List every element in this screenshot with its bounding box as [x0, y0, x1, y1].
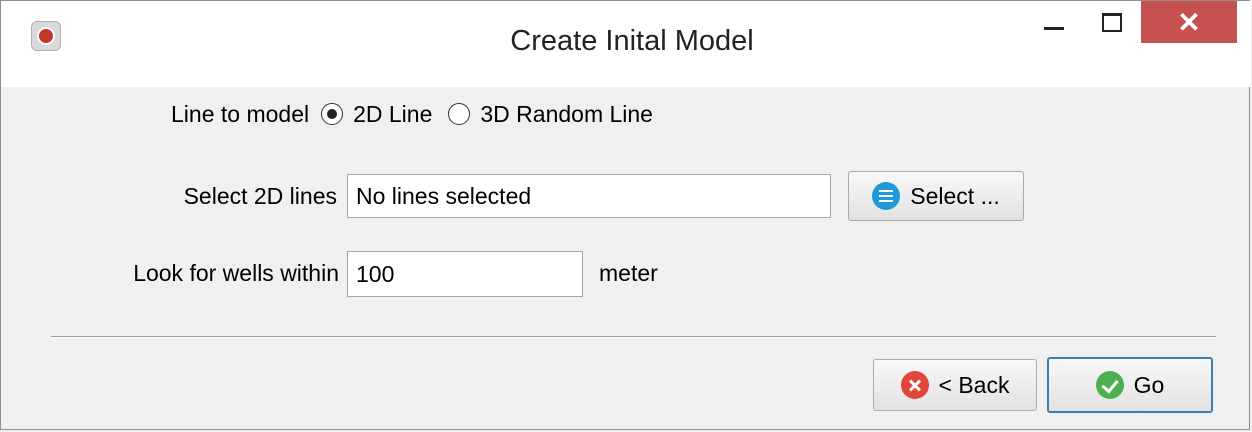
- wells-unit-label: meter: [599, 259, 658, 286]
- close-button[interactable]: ✕: [1141, 1, 1237, 43]
- radio-2d-line[interactable]: [321, 103, 344, 125]
- list-icon: [872, 182, 901, 210]
- radio-3d-random-line-label[interactable]: 3D Random Line: [480, 101, 653, 128]
- go-button-label: Go: [1133, 371, 1165, 398]
- maximize-button[interactable]: [1083, 1, 1141, 43]
- back-button[interactable]: < Back: [873, 359, 1037, 411]
- line-to-model-row: Line to model 2D Line 3D Random Line: [171, 98, 653, 130]
- check-icon: [1095, 371, 1124, 399]
- wells-label: Look for wells within: [133, 259, 339, 286]
- cancel-icon: [900, 371, 929, 399]
- wells-label-wrap: Look for wells within: [81, 256, 339, 290]
- back-button-label: < Back: [938, 371, 1010, 398]
- maximize-icon: [1102, 12, 1122, 32]
- select-lines-button-label: Select ...: [910, 182, 1000, 209]
- wells-distance-input[interactable]: 100: [347, 251, 583, 297]
- line-to-model-label: Line to model: [171, 100, 310, 127]
- select-lines-label-wrap: Select 2D lines: [151, 179, 337, 213]
- minimize-icon: [1044, 26, 1064, 30]
- go-button[interactable]: Go: [1047, 357, 1213, 413]
- selected-lines-field[interactable]: No lines selected: [347, 174, 831, 218]
- radio-2d-line-label[interactable]: 2D Line: [353, 101, 432, 128]
- wells-unit-wrap: meter: [599, 256, 658, 290]
- select-lines-button[interactable]: Select ...: [848, 171, 1024, 221]
- dialog-window: Create Inital Model ✕ Line to model 2D L…: [0, 0, 1251, 430]
- radio-3d-random-line[interactable]: [448, 103, 471, 125]
- close-icon: ✕: [1177, 6, 1201, 38]
- footer-divider: [51, 336, 1216, 338]
- minimize-button[interactable]: [1025, 1, 1083, 43]
- select-lines-label: Select 2D lines: [183, 182, 337, 209]
- title-bar: Create Inital Model ✕: [1, 1, 1251, 87]
